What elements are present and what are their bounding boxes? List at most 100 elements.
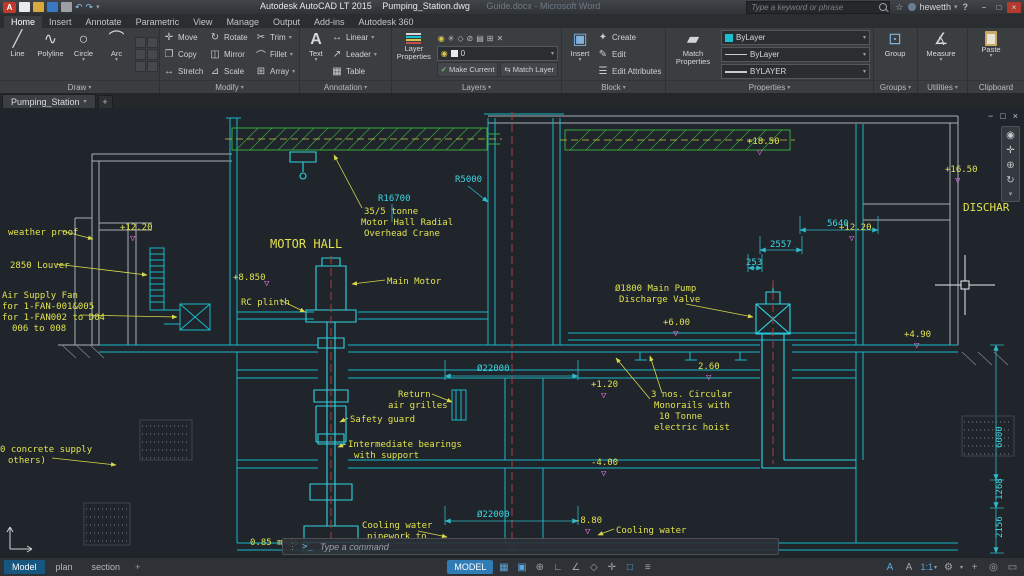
- search-icon[interactable]: [879, 3, 887, 11]
- trim-button[interactable]: ✂Trim▾: [253, 29, 297, 46]
- insert-block-button[interactable]: ▣ Insert ▾: [563, 29, 597, 80]
- tab-autodesk360[interactable]: Autodesk 360: [352, 16, 421, 28]
- copy-button[interactable]: ❐Copy: [161, 46, 207, 63]
- qat-dropdown-icon[interactable]: ▾: [96, 3, 100, 11]
- annotation-visibility-icon[interactable]: A: [882, 562, 897, 573]
- draw-extra-2[interactable]: [147, 37, 158, 48]
- snap-icon[interactable]: ▣: [514, 562, 529, 573]
- mirror-button[interactable]: ◫Mirror: [207, 46, 253, 63]
- layer-new-icon[interactable]: ⊞: [487, 34, 494, 43]
- paste-button[interactable]: Paste ▾: [969, 29, 1013, 80]
- app-logo-icon[interactable]: A: [3, 2, 16, 13]
- search-input[interactable]: [749, 2, 877, 13]
- panel-label-groups[interactable]: Groups▾: [874, 80, 917, 93]
- viewport-restore-icon[interactable]: □: [1000, 111, 1005, 121]
- new-layout-button[interactable]: +: [131, 560, 144, 574]
- fillet-button[interactable]: ⌒Fillet▾: [253, 46, 297, 63]
- navbar-chevron-icon[interactable]: ▾: [1009, 190, 1013, 198]
- tab-manage[interactable]: Manage: [219, 16, 266, 28]
- line-button[interactable]: ╱ Line: [1, 29, 34, 80]
- layout-tab-plan[interactable]: plan: [48, 560, 81, 574]
- panel-label-annotation[interactable]: Annotation▾: [300, 80, 391, 93]
- workspace-switching-icon[interactable]: ⚙: [941, 562, 956, 573]
- lineweight-dropdown[interactable]: BYLAYER ▾: [721, 64, 870, 79]
- object-snap-icon[interactable]: □: [622, 562, 637, 573]
- panel-label-clipboard[interactable]: Clipboard: [968, 80, 1024, 93]
- circle-button[interactable]: ○ Circle ▾: [67, 29, 100, 80]
- tab-insert[interactable]: Insert: [42, 16, 79, 28]
- zoom-icon[interactable]: ⊕: [1006, 160, 1014, 171]
- help-icon[interactable]: ?: [963, 2, 969, 12]
- model-space-toggle[interactable]: MODEL: [447, 560, 493, 574]
- tab-annotate[interactable]: Annotate: [79, 16, 129, 28]
- maximize-button[interactable]: □: [992, 2, 1006, 13]
- plot-icon[interactable]: [61, 2, 72, 12]
- drawing-canvas[interactable]: MOTOR HALL35/5 tonneMotor Hall RadialOve…: [0, 108, 1024, 557]
- navigation-wheel-icon[interactable]: ◉: [1006, 130, 1015, 141]
- edit-attributes-button[interactable]: ☰Edit Attributes: [597, 63, 661, 80]
- isodraft-icon[interactable]: ◇: [586, 562, 601, 573]
- favorites-icon[interactable]: ☆: [895, 2, 903, 13]
- panel-label-draw[interactable]: Draw▾: [0, 80, 159, 93]
- new-file-icon[interactable]: [19, 2, 30, 12]
- array-button[interactable]: ⊞Array▾: [253, 63, 297, 80]
- match-layer-button[interactable]: ⇆Match Layer: [500, 62, 558, 77]
- layout-tab-model[interactable]: Model: [4, 560, 45, 574]
- workspace-chevron-icon[interactable]: ▾: [960, 564, 963, 571]
- dynamic-input-icon[interactable]: ⊕: [532, 562, 547, 573]
- arc-dropdown-icon[interactable]: ▾: [115, 58, 118, 63]
- stretch-button[interactable]: ↔Stretch: [161, 63, 207, 80]
- layer-delete-icon[interactable]: ✕: [497, 34, 504, 43]
- clean-screen-icon[interactable]: ▭: [1005, 562, 1020, 573]
- panel-label-layers[interactable]: Layers▾: [392, 80, 561, 93]
- text-button[interactable]: A Text ▾: [301, 29, 331, 80]
- save-icon[interactable]: [47, 2, 58, 12]
- doc-tab-chevron-icon[interactable]: ▾: [84, 98, 87, 105]
- tab-home[interactable]: Home: [4, 16, 42, 28]
- match-properties-button[interactable]: ▰ Match Properties: [667, 29, 719, 80]
- new-doc-tab-button[interactable]: +: [98, 95, 113, 108]
- viewport-close-icon[interactable]: ×: [1013, 111, 1018, 121]
- layout-tab-section[interactable]: section: [84, 560, 129, 574]
- draw-extra-5[interactable]: [135, 61, 146, 72]
- make-current-button[interactable]: ✔Make Current: [437, 62, 499, 77]
- tab-output[interactable]: Output: [266, 16, 307, 28]
- annotation-monitor-icon[interactable]: +: [967, 562, 982, 573]
- panel-label-modify[interactable]: Modify▾: [160, 80, 299, 93]
- layer-plot-icon[interactable]: ▤: [476, 34, 484, 43]
- create-block-button[interactable]: ✦Create: [597, 29, 661, 46]
- layer-sun-icon[interactable]: ✳: [448, 34, 455, 43]
- open-file-icon[interactable]: [33, 2, 44, 12]
- layer-properties-button[interactable]: Layer Properties: [393, 29, 435, 80]
- draw-extra-1[interactable]: [135, 37, 146, 48]
- close-button[interactable]: ×: [1007, 2, 1021, 13]
- grid-icon[interactable]: ▦: [496, 562, 511, 573]
- object-snap-tracking-icon[interactable]: ✛: [604, 562, 619, 573]
- linetype-dropdown[interactable]: ByLayer ▾: [721, 47, 870, 62]
- group-button[interactable]: ⊡ Group: [875, 29, 915, 80]
- viewport-minimize-icon[interactable]: −: [988, 111, 993, 121]
- table-button[interactable]: ▦Table: [331, 63, 377, 80]
- panel-label-utilities[interactable]: Utilities▾: [918, 80, 967, 93]
- tab-parametric[interactable]: Parametric: [129, 16, 187, 28]
- linear-dimension-button[interactable]: ↔Linear▾: [331, 29, 377, 46]
- polyline-button[interactable]: ∿ Polyline: [34, 29, 67, 80]
- draw-extra-3[interactable]: [135, 49, 146, 60]
- object-color-dropdown[interactable]: ByLayer ▾: [721, 30, 870, 45]
- tab-addins[interactable]: Add-ins: [307, 16, 352, 28]
- measure-button[interactable]: ∡ Measure ▾: [919, 29, 963, 80]
- command-grip-icon[interactable]: ⋮: [288, 541, 297, 552]
- doc-tab-pumping-station[interactable]: Pumping_Station ▾: [2, 94, 96, 108]
- signin-user[interactable]: hewetth ▾: [908, 2, 957, 12]
- polar-tracking-icon[interactable]: ∠: [568, 562, 583, 573]
- user-dropdown-icon[interactable]: ▾: [954, 3, 958, 11]
- autoscale-icon[interactable]: A: [901, 562, 916, 573]
- orbit-icon[interactable]: ↻: [1006, 175, 1014, 186]
- leader-button[interactable]: ↗Leader▾: [331, 46, 377, 63]
- command-line[interactable]: ⋮ >_: [282, 538, 779, 555]
- panel-label-block[interactable]: Block▾: [562, 80, 665, 93]
- pan-icon[interactable]: ✛: [1006, 145, 1014, 156]
- layer-lock-icon[interactable]: ⊘: [467, 34, 474, 43]
- draw-extra-4[interactable]: [147, 49, 158, 60]
- panel-label-properties[interactable]: Properties▾: [666, 80, 873, 93]
